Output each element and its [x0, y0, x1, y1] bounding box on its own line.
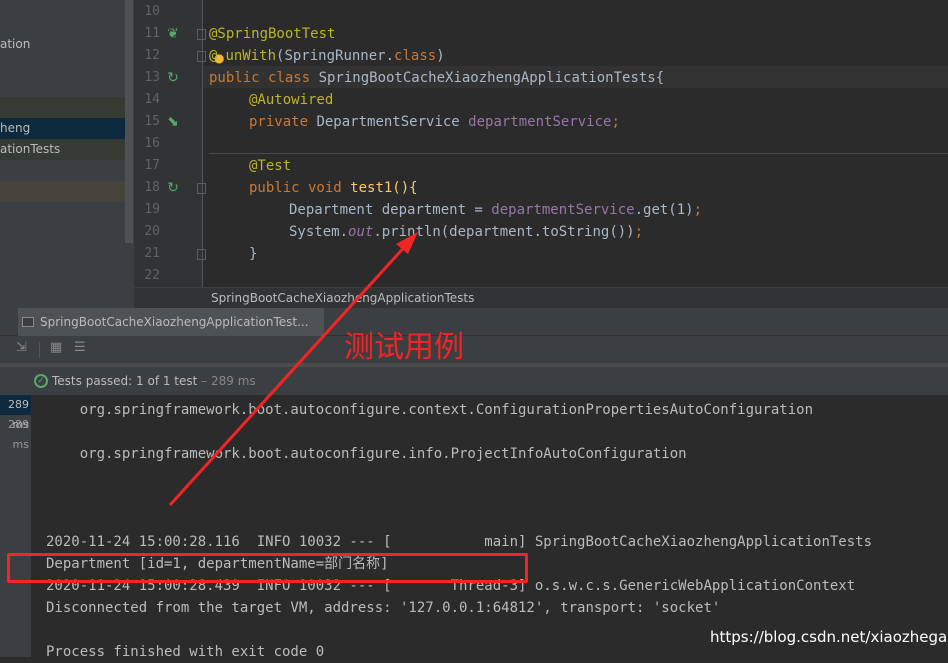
- watermark: https://blog.csdn.net/xiaozhegaa: [710, 628, 948, 646]
- annotation-arrow: [168, 232, 418, 507]
- arrow-line: [168, 241, 410, 507]
- annotation-label: 测试用例: [344, 330, 464, 365]
